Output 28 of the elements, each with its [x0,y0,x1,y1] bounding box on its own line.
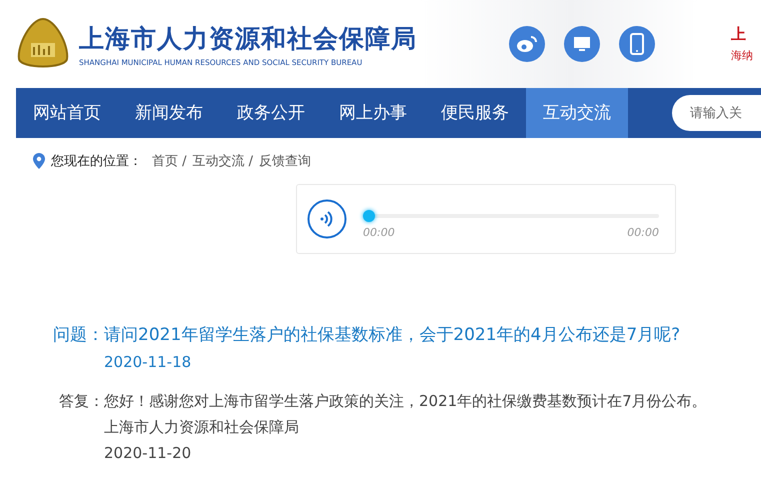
total-time: 00:00 [627,226,659,238]
current-time: 00:00 [363,226,395,238]
question-label: 问题： [52,324,104,347]
breadcrumb-link[interactable]: 互动交流 / [192,152,254,170]
answer-label: 答复： [58,391,104,412]
breadcrumb-link[interactable]: 首页 / [152,152,187,170]
answer-organization: 上海市人力资源和社会保障局 [104,417,300,438]
question-text: 请问2021年留学生落户的社保基数标准，会于2021年的4月公布还是7月呢? [104,324,680,347]
monitor-icon[interactable] [564,26,600,62]
breadcrumb-link[interactable]: 反馈查询 [259,152,312,170]
nav-tab[interactable]: 网站首页 [16,88,118,138]
phone-icon[interactable] [619,26,655,62]
nav-tab[interactable]: 便民服务 [424,88,526,138]
nav-tab[interactable]: 新闻发布 [118,88,220,138]
speaker-icon[interactable] [307,199,347,239]
nav-tab[interactable]: 政务公开 [220,88,322,138]
question-date: 2020-11-18 [104,352,192,373]
slogan-text: 上 [731,25,747,44]
nav-tab[interactable]: 网上办事 [322,88,424,138]
search-field[interactable]: 请输入关 [672,95,761,131]
slogan-text: 海纳 [731,48,753,63]
breadcrumb-label: 您现在的位置： [51,153,142,170]
location-pin-icon [33,153,45,169]
answer-date: 2020-11-20 [104,443,192,464]
answer-text: 您好！感谢您对上海市留学生落户政策的关注，2021年的社保缴费基数预计在7月份公布。 [104,391,707,412]
site-title: 上海市人力资源和社会保障局 [79,22,417,54]
nav-tab[interactable]: 互动交流 [526,88,628,138]
progress-handle[interactable] [363,210,375,222]
